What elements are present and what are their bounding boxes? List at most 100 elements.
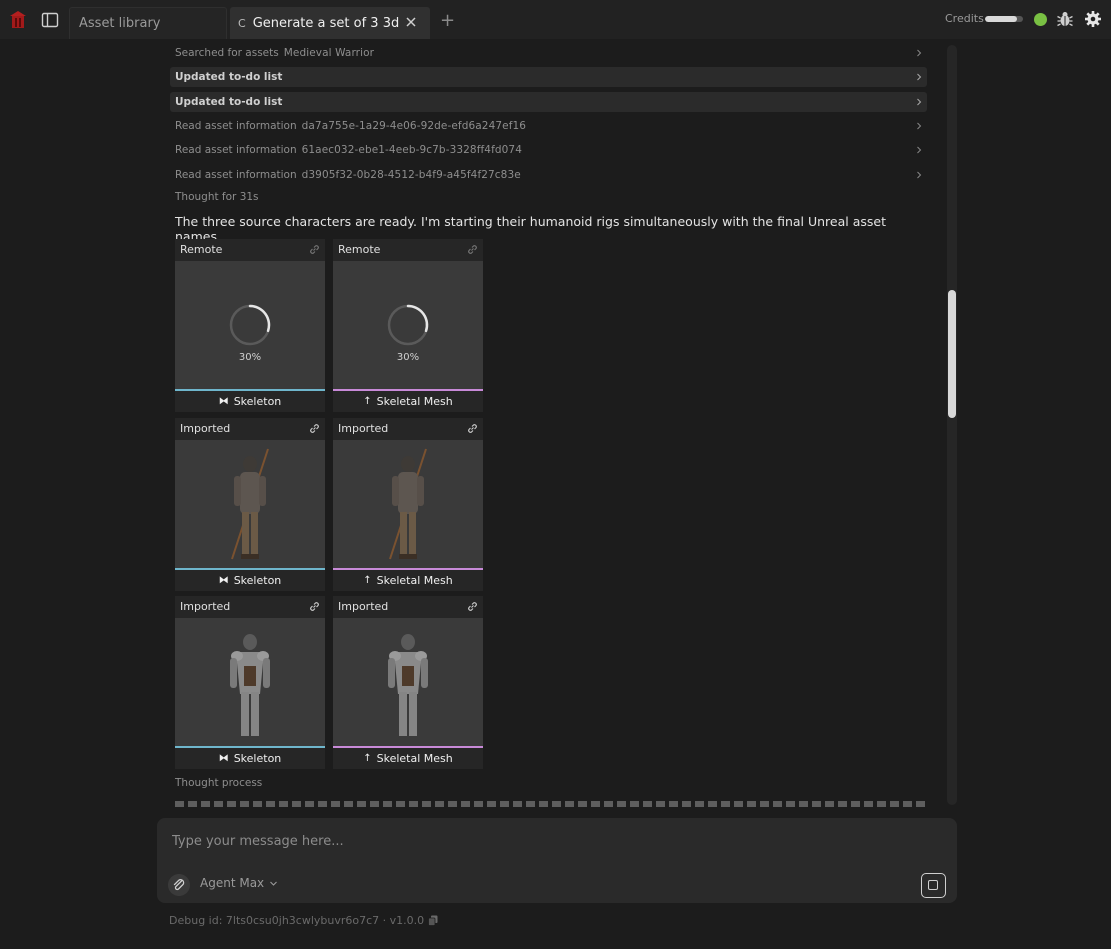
bug-icon[interactable] <box>1056 10 1074 28</box>
progress-ring <box>387 304 429 346</box>
link-icon[interactable] <box>309 601 320 612</box>
asset-preview <box>175 440 325 568</box>
activity-row-read-asset[interactable]: Read asset information da7a755e-1a29-4e0… <box>170 116 927 136</box>
chevron-down-icon <box>270 881 278 886</box>
asset-card[interactable]: Imported ↑ Skeletal Mesh <box>333 418 483 591</box>
message-composer: Agent Max <box>157 818 957 903</box>
link-icon[interactable] <box>309 423 320 434</box>
activity-label: Read asset information <box>175 120 297 132</box>
asset-preview <box>333 440 483 568</box>
agent-selector[interactable]: Agent Max <box>200 876 278 890</box>
link-icon[interactable] <box>467 244 478 255</box>
stop-button[interactable] <box>921 873 946 898</box>
chevron-right-icon <box>917 146 922 154</box>
asset-card[interactable]: Remote 30% ⧓ Skeleton <box>175 239 325 412</box>
activity-label: Read asset information <box>175 169 297 181</box>
asset-preview <box>333 618 483 746</box>
chevron-right-icon <box>917 122 922 130</box>
activity-row-read-asset[interactable]: Read asset information d3905f32-0b28-451… <box>170 165 927 185</box>
skeleton-bone-icon: ⧓ <box>218 575 229 586</box>
activity-value: da7a755e-1a29-4e06-92de-efd6a247ef16 <box>301 120 527 132</box>
gear-icon[interactable] <box>1084 10 1102 28</box>
asset-preview: 30% <box>333 261 483 389</box>
activity-label: Read asset information <box>175 144 297 156</box>
sidebar-toggle-icon[interactable] <box>41 12 59 28</box>
asset-status: Remote <box>180 243 223 256</box>
asset-type-label: Skeleton <box>233 752 282 765</box>
asset-card[interactable]: Imported ↑ Skeletal Mesh <box>333 596 483 769</box>
chevron-right-icon <box>917 98 922 106</box>
scrollbar-thumb[interactable] <box>948 290 956 418</box>
link-icon[interactable] <box>309 244 320 255</box>
skeletal-mesh-icon: ↑ <box>363 753 372 764</box>
thought-process-toggle[interactable]: Thought process <box>175 777 262 789</box>
armored-knight-model <box>388 634 428 736</box>
skeletal-mesh-icon: ↑ <box>363 575 372 586</box>
asset-status: Imported <box>338 422 389 435</box>
thought-duration[interactable]: Thought for 31s <box>175 191 259 203</box>
credits-progress-bar <box>985 16 1023 22</box>
credits-label: Credits <box>945 12 984 25</box>
skeleton-bone-icon: ⧓ <box>218 396 229 407</box>
asset-status: Imported <box>180 600 231 613</box>
debug-info: Debug id: 7lts0csu0jh3cwlybuvr6o7c7 · v1… <box>169 914 438 927</box>
chevron-right-icon <box>917 73 922 81</box>
skeleton-bone-icon: ⧓ <box>218 753 229 764</box>
top-bar: Asset library C Generate a set of 3 3d .… <box>0 0 1111 39</box>
close-icon[interactable] <box>404 15 418 29</box>
tab-label: Generate a set of 3 3d ... <box>252 15 403 31</box>
copy-icon[interactable] <box>428 915 438 926</box>
activity-value: d3905f32-0b28-4512-b4f9-a45f4f27c83e <box>301 169 521 181</box>
activity-row-search[interactable]: Searched for assets Medieval Warrior <box>170 43 927 63</box>
credits-progress-fill <box>985 16 1018 22</box>
asset-type-label: Skeletal Mesh <box>376 574 453 587</box>
peasant-warrior-model <box>389 448 427 560</box>
asset-type-label: Skeleton <box>233 395 282 408</box>
asset-type: ↑ Skeletal Mesh <box>333 748 483 769</box>
activity-row-todo[interactable]: Updated to-do list <box>170 92 927 112</box>
link-icon[interactable] <box>467 423 478 434</box>
asset-preview <box>175 618 325 746</box>
app-logo-icon[interactable] <box>8 10 28 30</box>
connection-status-dot <box>1034 13 1047 26</box>
skeletal-mesh-icon: ↑ <box>363 396 372 407</box>
asset-card[interactable]: Imported ⧓ Skeleton <box>175 418 325 591</box>
asset-status: Imported <box>338 600 389 613</box>
paperclip-icon[interactable] <box>168 874 190 896</box>
asset-preview: 30% <box>175 261 325 389</box>
asset-type: ⧓ Skeleton <box>175 391 325 412</box>
armored-knight-model <box>230 634 270 736</box>
asset-status: Remote <box>338 243 381 256</box>
tab-label: Asset library <box>79 16 161 31</box>
progress-percent: 30% <box>238 352 262 363</box>
activity-value: 61aec032-ebe1-4eeb-9c7b-3328ff4fd074 <box>301 144 522 156</box>
truncated-text-line <box>175 801 925 807</box>
stop-icon <box>928 880 938 890</box>
progress-ring <box>229 304 271 346</box>
activity-label: Searched for assets <box>175 47 279 59</box>
chat-transcript: Searched for assets Medieval Warrior Upd… <box>160 41 935 807</box>
debug-id-text: Debug id: 7lts0csu0jh3cwlybuvr6o7c7 · v1… <box>169 914 425 927</box>
link-icon[interactable] <box>467 601 478 612</box>
activity-row-todo[interactable]: Updated to-do list <box>170 67 927 87</box>
activity-row-read-asset[interactable]: Read asset information 61aec032-ebe1-4ee… <box>170 140 927 160</box>
tab-asset-library[interactable]: Asset library <box>69 7 227 39</box>
asset-type: ↑ Skeletal Mesh <box>333 391 483 412</box>
asset-card[interactable]: Remote 30% ↑ Skeletal Mesh <box>333 239 483 412</box>
asset-status: Imported <box>180 422 231 435</box>
chevron-right-icon <box>917 171 922 179</box>
peasant-warrior-model <box>231 448 269 560</box>
asset-card[interactable]: Imported ⧓ Skeleton <box>175 596 325 769</box>
scrollbar-track[interactable] <box>947 45 957 805</box>
agent-selector-label: Agent Max <box>200 876 265 890</box>
asset-type-label: Skeletal Mesh <box>376 752 453 765</box>
activity-label: Updated to-do list <box>175 71 283 83</box>
asset-type-label: Skeletal Mesh <box>376 395 453 408</box>
asset-type: ⧓ Skeleton <box>175 748 325 769</box>
tab-generate-task[interactable]: C Generate a set of 3 3d ... <box>230 7 430 39</box>
asset-type: ↑ Skeletal Mesh <box>333 570 483 591</box>
new-tab-plus-icon[interactable]: + <box>440 12 455 30</box>
asset-type: ⧓ Skeleton <box>175 570 325 591</box>
message-input[interactable] <box>172 834 912 849</box>
activity-value: Medieval Warrior <box>283 47 375 59</box>
